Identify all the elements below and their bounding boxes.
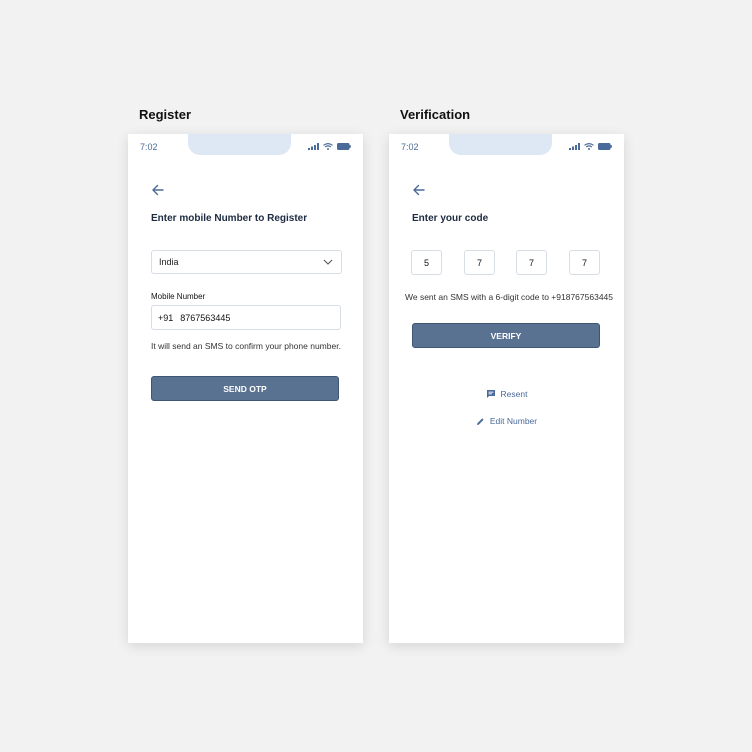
- country-select[interactable]: India: [151, 250, 342, 274]
- phone-value: 8767563445: [180, 312, 231, 323]
- code-digit-input-3[interactable]: 7: [516, 250, 547, 275]
- code-digit-input-1[interactable]: 5: [411, 250, 442, 275]
- mobile-number-input[interactable]: +91 8767563445: [151, 305, 341, 330]
- register-heading: Enter mobile Number to Register: [151, 213, 308, 224]
- sms-helper-text: It will send an SMS to confirm your phon…: [151, 341, 341, 351]
- pencil-icon: [476, 417, 484, 425]
- chevron-down-icon: [323, 259, 333, 265]
- status-icons: [308, 143, 351, 150]
- back-arrow-icon[interactable]: [150, 182, 166, 198]
- country-code: +91: [158, 312, 174, 323]
- code-digit-input-4[interactable]: 7: [569, 250, 600, 275]
- signal-icon: [308, 143, 319, 150]
- status-time: 7:02: [401, 142, 419, 152]
- verification-phone-frame: 7:02 Enter your code 5 7 7 7 We sent an …: [389, 134, 624, 643]
- message-icon: [486, 390, 495, 398]
- register-screen-title: Register: [139, 107, 192, 122]
- verification-heading: Enter your code: [412, 213, 489, 224]
- resent-link[interactable]: Resent: [389, 389, 624, 399]
- back-arrow-icon[interactable]: [411, 182, 427, 198]
- status-icons: [569, 143, 612, 150]
- phone-notch: [188, 134, 291, 155]
- signal-icon: [569, 143, 580, 150]
- verification-screen-title: Verification: [400, 107, 471, 122]
- verify-button[interactable]: VERIFY: [412, 323, 600, 348]
- mobile-number-label: Mobile Number: [151, 292, 206, 301]
- wifi-icon: [584, 143, 594, 150]
- register-phone-frame: 7:02 Enter mobile Number to Register Ind…: [128, 134, 363, 643]
- battery-icon: [598, 143, 612, 150]
- code-digit-input-2[interactable]: 7: [464, 250, 495, 275]
- sms-sent-note: We sent an SMS with a 6-digit code to +9…: [405, 292, 613, 302]
- wifi-icon: [323, 143, 333, 150]
- status-time: 7:02: [140, 142, 158, 152]
- resent-label: Resent: [500, 389, 528, 399]
- battery-icon: [337, 143, 351, 150]
- country-select-value: India: [159, 257, 179, 267]
- phone-notch: [449, 134, 552, 155]
- edit-number-label: Edit Number: [489, 416, 538, 426]
- send-otp-button[interactable]: SEND OTP: [151, 376, 339, 401]
- edit-number-link[interactable]: Edit Number: [389, 416, 624, 426]
